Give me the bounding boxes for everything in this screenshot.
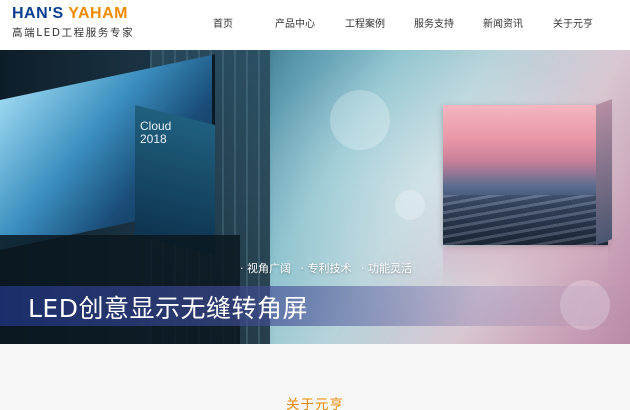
banner-features: · 视角广阔 · 专利技术 · 功能灵活 [240, 260, 418, 276]
about-section: 关于元亨 [0, 344, 630, 410]
banner-title: LED创意显示无缝转角屏 [28, 294, 308, 323]
corner-screen-cube-image [443, 105, 608, 245]
main-nav: 首页 产品中心 工程案例 服务支持 新闻资讯 关于元亨 [0, 15, 630, 31]
hero-banner[interactable]: Cloud 2018 · 视角广阔 · 专利技术 · 功能灵活 LED创意显示无… [0, 50, 630, 344]
cube-side-face [596, 99, 612, 245]
nav-item-home[interactable]: 首页 [213, 15, 233, 30]
nav-item-cases[interactable]: 工程案例 [345, 15, 385, 30]
feature-item: · 功能灵活 [361, 262, 412, 275]
nav-item-about[interactable]: 关于元亨 [553, 15, 593, 30]
nav-item-products[interactable]: 产品中心 [275, 15, 315, 30]
nav-item-news[interactable]: 新闻资讯 [483, 15, 523, 30]
cube-reflection [443, 247, 608, 287]
bokeh-light [330, 90, 390, 150]
bokeh-light [395, 190, 425, 220]
site-header: HAN'S YAHAM 高端LED工程服务专家 首页 产品中心 工程案例 服务支… [0, 0, 630, 50]
nav-item-support[interactable]: 服务支持 [414, 15, 454, 30]
feature-item: · 视角广阔 [240, 262, 291, 275]
billboard-text-line: 2018 [140, 132, 167, 146]
about-title: 关于元亨 [286, 397, 344, 410]
billboard-screen-text: Cloud 2018 [140, 120, 171, 146]
feature-item: · 专利技术 [300, 262, 352, 275]
cube-sea-texture [443, 195, 608, 245]
